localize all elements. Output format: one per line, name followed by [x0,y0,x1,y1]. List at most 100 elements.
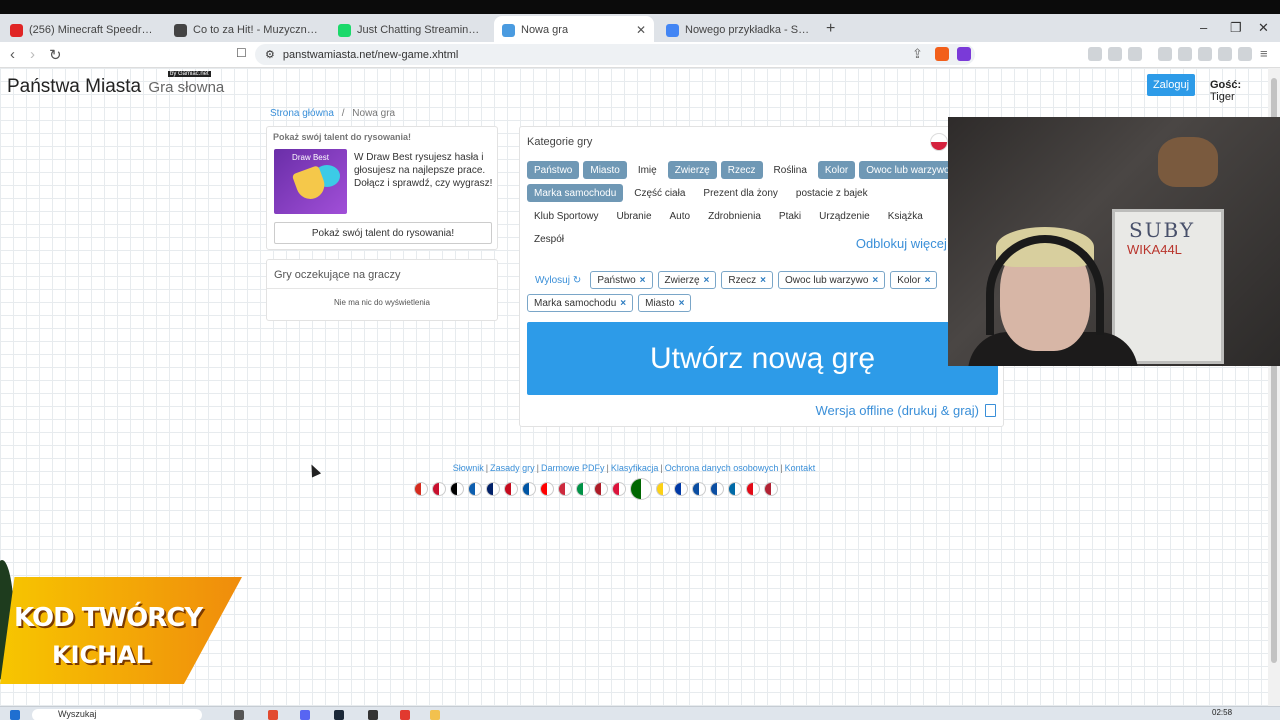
breadcrumb-home[interactable]: Strona główna [270,108,334,119]
obs-icon[interactable] [368,710,378,720]
language-flag-icon[interactable] [728,482,742,496]
sidebar-icon[interactable] [1178,47,1192,61]
category-chip[interactable]: Miasto [583,161,627,179]
language-flag-icon[interactable] [414,482,428,496]
category-chip[interactable]: Owoc lub warzywo [859,161,957,179]
menu-icon[interactable]: ≡ [1260,46,1268,61]
remove-tag-icon[interactable]: × [925,275,931,286]
browser-tab[interactable]: Just Chatting Streaming - Live Stream [330,18,490,42]
language-flag-icon[interactable] [612,482,626,496]
category-chip[interactable]: Część ciała [627,184,692,202]
reload-icon[interactable]: ↻ [49,46,62,64]
category-chip[interactable]: Marka samochodu [527,184,624,202]
windows-start-icon[interactable] [10,710,20,720]
footer-link[interactable]: Kontakt [785,463,816,473]
task-view-icon[interactable] [234,710,244,720]
language-flag-icon[interactable] [576,482,590,496]
browser-tab[interactable]: Co to za Hit! - Muzyczny Quiz Hip-Hop [166,18,326,42]
selected-category-tag[interactable]: Marka samochodu × [527,294,634,312]
remove-tag-icon[interactable]: × [704,275,710,286]
site-info-icon[interactable]: ⚙ [265,48,275,61]
bookmark-icon[interactable]: ☐ [236,46,247,60]
language-flag-icon[interactable] [692,482,706,496]
footer-link[interactable]: Darmowe PDFy [541,463,605,473]
wallet-icon[interactable] [1198,47,1212,61]
category-chip[interactable]: Zespół [527,230,571,248]
language-flag-icon[interactable] [710,482,724,496]
chrome-icon[interactable] [268,710,278,720]
category-chip[interactable]: postacie z bajek [789,184,875,202]
category-chip[interactable]: Auto [663,207,698,225]
leo-icon[interactable] [1218,47,1232,61]
language-flag-icon[interactable] [522,482,536,496]
language-flag-icon[interactable] [450,482,464,496]
remove-tag-icon[interactable]: × [679,298,685,309]
minimize-icon[interactable]: – [1200,20,1207,35]
taskbar-search[interactable]: Wyszukaj [32,709,202,720]
category-chip[interactable]: Zwierzę [667,161,717,179]
back-icon[interactable]: ‹ [10,46,15,63]
remove-tag-icon[interactable]: × [760,275,766,286]
selected-category-tag[interactable]: Kolor × [890,271,938,289]
draw-best-image[interactable]: Draw Best [274,149,347,214]
promo-button[interactable]: Pokaż swój talent do rysowania! [274,222,492,244]
remove-tag-icon[interactable]: × [640,275,646,286]
selected-category-tag[interactable]: Owoc lub warzywo × [778,271,886,289]
media-icon[interactable] [1158,47,1172,61]
category-chip[interactable]: Prezent dla żony [696,184,785,202]
category-chip[interactable]: Roślina [767,161,814,179]
language-flag-icon[interactable] [630,478,652,500]
language-flag-icon[interactable] [558,482,572,496]
language-flag-icon[interactable] [540,482,554,496]
maximize-icon[interactable]: ❐ [1230,20,1242,36]
url-field[interactable]: ⚙ panstwamiasta.net/new-game.xhtml [255,44,975,65]
selected-category-tag[interactable]: Państwo × [590,271,653,289]
brave-shield-icon[interactable] [935,47,949,61]
create-game-button[interactable]: Utwórz nową grę [527,322,998,395]
discord-icon[interactable] [300,710,310,720]
close-tab-icon[interactable]: ✕ [636,23,646,37]
category-chip[interactable]: Klub Sportowy [527,207,605,225]
login-button[interactable]: Zaloguj [1147,74,1195,96]
category-chip[interactable]: Imię [631,161,664,179]
folder-icon[interactable] [430,710,440,720]
browser-tab[interactable]: Nowego przykładka - Szukaj w Google [658,18,818,42]
language-flag-icon[interactable] [486,482,500,496]
footer-link[interactable]: Słownik [453,463,484,473]
close-window-icon[interactable]: ✕ [1258,20,1269,36]
draw-random-button[interactable]: Wylosuj ↻ [535,275,581,286]
forward-icon[interactable]: › [30,46,35,63]
language-flag-icon[interactable] [764,482,778,496]
category-chip[interactable]: Kolor [817,161,856,179]
footer-link[interactable]: Zasady gry [490,463,535,473]
translate-icon[interactable] [1088,47,1102,61]
category-chip[interactable]: Ptaki [772,207,808,225]
category-chip[interactable]: Ubranie [609,207,658,225]
category-chip[interactable]: Zdrobnienia [701,207,768,225]
language-flag-icon[interactable] [674,482,688,496]
vpn-icon[interactable] [1238,47,1252,61]
rewards-icon[interactable] [957,47,971,61]
extensions-icon[interactable] [1108,47,1122,61]
footer-link[interactable]: Ochrona danych osobowych [665,463,779,473]
category-chip[interactable]: Urządzenie [812,207,877,225]
share-icon[interactable]: ⇪ [912,46,923,62]
offline-version-link[interactable]: Wersja offline (drukuj & graj) [815,403,996,418]
selected-category-tag[interactable]: Rzecz × [721,271,774,289]
language-flag-icon[interactable] [656,482,670,496]
polish-flag-icon[interactable] [930,133,948,151]
footer-link[interactable]: Klasyfikacja [611,463,659,473]
unlock-more-link[interactable]: Odblokuj więcej k [856,236,957,251]
remove-tag-icon[interactable]: × [620,298,626,309]
category-chip[interactable]: Państwo [527,161,580,179]
browser-tab[interactable]: Nowa gra ✕ [494,16,654,44]
selected-category-tag[interactable]: Zwierzę × [657,271,717,289]
screenshot-icon[interactable] [1128,47,1142,61]
language-flag-icon[interactable] [746,482,760,496]
new-tab-button[interactable]: + [826,20,835,38]
browser-tab[interactable]: (256) Minecraft Speedrun Setup Guide [2,18,162,42]
app-icon[interactable] [400,710,410,720]
language-flag-icon[interactable] [468,482,482,496]
category-chip[interactable]: Rzecz [720,161,763,179]
category-chip[interactable]: Książka [881,207,930,225]
